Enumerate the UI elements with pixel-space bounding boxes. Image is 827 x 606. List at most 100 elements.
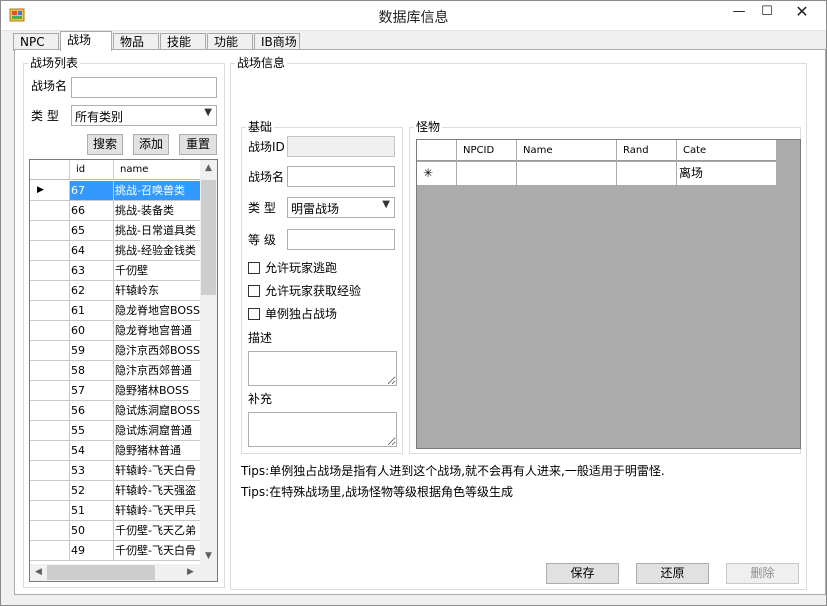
cell-id[interactable]: 59: [70, 341, 114, 360]
supplement-textarea[interactable]: [248, 412, 397, 447]
horizontal-scrollbar[interactable]: ◀ ▶: [30, 564, 217, 581]
row-header[interactable]: [30, 361, 70, 380]
cell-id[interactable]: 58: [70, 361, 114, 380]
row-header[interactable]: [30, 521, 70, 540]
horizontal-scroll-thumb[interactable]: [47, 565, 155, 580]
cell-name[interactable]: 隐试炼洞窟BOSS: [114, 401, 201, 420]
battle-type-filter-select[interactable]: 所有类别 ▼: [71, 105, 217, 126]
restore-button[interactable]: 还原: [636, 563, 709, 584]
row-header[interactable]: [30, 461, 70, 480]
cell-id[interactable]: 63: [70, 261, 114, 280]
cell-id[interactable]: 60: [70, 321, 114, 340]
cell-name[interactable]: 轩辕岭东: [114, 281, 201, 300]
battle-type-select[interactable]: 明雷战场 ▼: [287, 197, 395, 218]
delete-button[interactable]: 删除: [726, 563, 799, 584]
scroll-right-icon[interactable]: ▶: [182, 564, 199, 581]
row-header[interactable]: [30, 341, 70, 360]
cell-id[interactable]: 67: [70, 181, 114, 200]
column-header-monster-name[interactable]: Name: [517, 140, 617, 161]
cell-id[interactable]: 66: [70, 201, 114, 220]
minimize-button[interactable]: —: [725, 1, 753, 23]
cell-id[interactable]: 62: [70, 281, 114, 300]
monster-new-row[interactable]: ✳ 离场: [417, 162, 777, 186]
cell-name[interactable]: 隐龙脊地宫BOSS: [114, 301, 201, 320]
cell-id[interactable]: 61: [70, 301, 114, 320]
row-header[interactable]: [30, 441, 70, 460]
cell-name[interactable]: 千仞壁-飞天白骨: [114, 541, 201, 560]
cell-id[interactable]: 64: [70, 241, 114, 260]
column-header-id[interactable]: id: [70, 160, 114, 180]
scroll-left-icon[interactable]: ◀: [30, 564, 47, 581]
cell-name[interactable]: 挑战-装备类: [114, 201, 201, 220]
table-row[interactable]: 59 隐汴京西郊BOSS: [30, 341, 201, 361]
cell-name[interactable]: 挑战-召唤兽类: [114, 181, 201, 200]
table-row[interactable]: 57 隐野猪林BOSS: [30, 381, 201, 401]
rand-cell[interactable]: [617, 162, 677, 186]
table-row[interactable]: 58 隐汴京西郊普通: [30, 361, 201, 381]
maximize-button[interactable]: ☐: [753, 1, 781, 23]
table-row[interactable]: 63 千仞壁: [30, 261, 201, 281]
row-header[interactable]: [30, 301, 70, 320]
row-header[interactable]: ▶: [30, 181, 70, 200]
row-header[interactable]: [30, 501, 70, 520]
cell-name[interactable]: 隐试炼洞窟普通: [114, 421, 201, 440]
cell-name[interactable]: 千仞壁: [114, 261, 201, 280]
table-row[interactable]: 55 隐试炼洞窟普通: [30, 421, 201, 441]
row-header[interactable]: [30, 281, 70, 300]
cell-id[interactable]: 50: [70, 521, 114, 540]
cell-id[interactable]: 53: [70, 461, 114, 480]
cell-id[interactable]: 57: [70, 381, 114, 400]
table-row[interactable]: 52 轩辕岭-飞天强盗: [30, 481, 201, 501]
allow-escape-checkbox[interactable]: 允许玩家逃跑: [248, 260, 337, 276]
row-header[interactable]: [30, 481, 70, 500]
allow-exp-checkbox[interactable]: 允许玩家获取经验: [248, 283, 361, 299]
cell-name[interactable]: 隐野猪林普通: [114, 441, 201, 460]
scroll-down-icon[interactable]: ▼: [200, 548, 217, 565]
row-header[interactable]: [30, 541, 70, 560]
table-row[interactable]: 54 隐野猪林普通: [30, 441, 201, 461]
level-field[interactable]: [287, 229, 395, 250]
battle-list-grid[interactable]: id name ▶ 67 挑战-召唤兽类 66 挑战-装备类 65 挑战-日常道具类 64 挑战…: [29, 159, 218, 582]
cell-name[interactable]: 轩辕岭-飞天强盗: [114, 481, 201, 500]
npcid-cell[interactable]: [457, 162, 517, 186]
cell-id[interactable]: 54: [70, 441, 114, 460]
cell-name[interactable]: 挑战-日常道具类: [114, 221, 201, 240]
cell-name[interactable]: 挑战-经验金钱类: [114, 241, 201, 260]
cell-name[interactable]: 隐汴京西郊普通: [114, 361, 201, 380]
table-row[interactable]: 53 轩辕岭-飞天白骨: [30, 461, 201, 481]
table-row[interactable]: 51 轩辕岭-飞天甲兵: [30, 501, 201, 521]
column-header-npcid[interactable]: NPCID: [457, 140, 517, 161]
row-header[interactable]: [30, 201, 70, 220]
cate-cell[interactable]: 离场: [677, 162, 777, 186]
row-header[interactable]: [30, 421, 70, 440]
search-button[interactable]: 搜索: [87, 134, 123, 155]
cell-name[interactable]: 隐汴京西郊BOSS: [114, 341, 201, 360]
exclusive-battle-checkbox[interactable]: 单例独占战场: [248, 306, 337, 322]
cell-id[interactable]: 51: [70, 501, 114, 520]
vertical-scroll-thumb[interactable]: [201, 180, 216, 295]
table-row[interactable]: 66 挑战-装备类: [30, 201, 201, 221]
row-header[interactable]: [30, 221, 70, 240]
scroll-up-icon[interactable]: ▲: [200, 160, 217, 177]
vertical-scrollbar[interactable]: ▲ ▼: [200, 160, 217, 565]
add-button[interactable]: 添加: [133, 134, 169, 155]
cell-id[interactable]: 52: [70, 481, 114, 500]
column-header-name[interactable]: name: [114, 160, 201, 180]
table-row[interactable]: 64 挑战-经验金钱类: [30, 241, 201, 261]
cell-name[interactable]: 轩辕岭-飞天甲兵: [114, 501, 201, 520]
monster-name-cell[interactable]: [517, 162, 617, 186]
table-row[interactable]: 62 轩辕岭东: [30, 281, 201, 301]
table-row[interactable]: 61 隐龙脊地宫BOSS: [30, 301, 201, 321]
cell-id[interactable]: 55: [70, 421, 114, 440]
cell-name[interactable]: 隐野猪林BOSS: [114, 381, 201, 400]
column-header-rand[interactable]: Rand: [617, 140, 677, 161]
cell-id[interactable]: 56: [70, 401, 114, 420]
cell-id[interactable]: 49: [70, 541, 114, 560]
table-row[interactable]: 50 千仞壁-飞天乙弟: [30, 521, 201, 541]
table-row[interactable]: ▶ 67 挑战-召唤兽类: [30, 181, 201, 201]
cell-name[interactable]: 千仞壁-飞天乙弟: [114, 521, 201, 540]
row-header[interactable]: [30, 401, 70, 420]
reset-button[interactable]: 重置: [179, 134, 217, 155]
table-row[interactable]: 65 挑战-日常道具类: [30, 221, 201, 241]
battle-name-search-input[interactable]: [71, 77, 217, 98]
